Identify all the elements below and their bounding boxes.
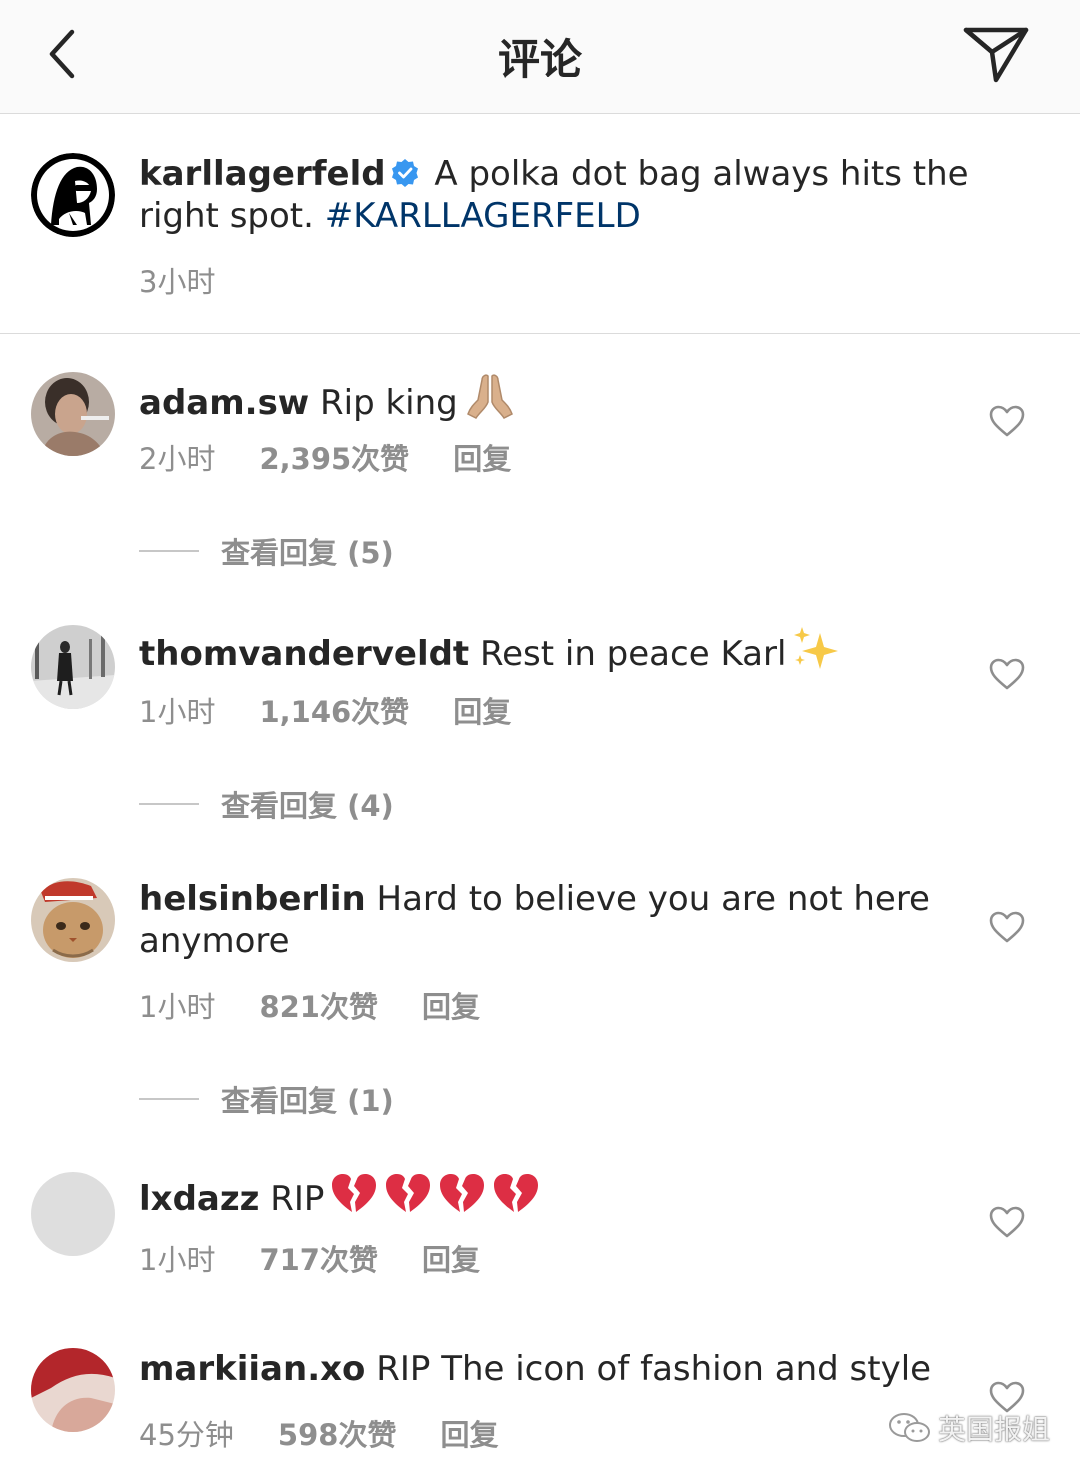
comment-meta: 1小时 1,146次赞 回复 xyxy=(139,689,555,731)
comment-time: 2小时 xyxy=(139,442,216,476)
comment-username[interactable]: lxdazz xyxy=(139,1179,259,1219)
reply-button[interactable]: 回复 xyxy=(422,990,480,1024)
comment-likes[interactable]: 598次赞 xyxy=(278,1418,397,1452)
broken-heart-emoji xyxy=(330,1172,546,1226)
heart-icon[interactable] xyxy=(988,657,1026,691)
view-replies-label: 查看回复 (5) xyxy=(221,536,394,570)
comment-body: RIP xyxy=(270,1179,325,1219)
comment-body: Rest in peace Karl xyxy=(480,634,787,674)
comment-time: 1小时 xyxy=(139,695,216,729)
caption-meta: 3小时 xyxy=(139,259,259,301)
comment-avatar-helsinberlin[interactable] xyxy=(31,878,115,962)
comment-body: Rip king xyxy=(320,383,458,423)
divider-line xyxy=(139,803,199,805)
comment-username[interactable]: thomvanderveldt xyxy=(139,634,469,674)
comment-time: 1小时 xyxy=(139,990,216,1024)
verified-badge-icon xyxy=(391,159,418,187)
watermark-text: 英国报姐 xyxy=(938,1413,1051,1446)
comment-meta: 2小时 2,395次赞 回复 xyxy=(139,436,555,478)
caption-username[interactable]: karllagerfeld xyxy=(139,154,386,194)
comment-text: adam.sw Rip king xyxy=(139,372,959,430)
post-caption: karllagerfeld A polka dot bag always hit… xyxy=(0,115,1080,334)
heart-icon[interactable] xyxy=(988,1205,1026,1239)
comment-meta: 1小时 717次赞 回复 xyxy=(139,1237,524,1279)
comment-text: helsinberlin Hard to believe you are not… xyxy=(139,878,959,962)
view-replies-button[interactable]: 查看回复 (5) xyxy=(139,530,394,572)
heart-icon[interactable] xyxy=(988,404,1026,438)
comment-likes[interactable]: 717次赞 xyxy=(259,1243,378,1277)
view-replies-label: 查看回复 (4) xyxy=(221,789,394,823)
view-replies-button[interactable]: 查看回复 (4) xyxy=(139,783,394,825)
reply-button[interactable]: 回复 xyxy=(453,695,511,729)
comment-username[interactable]: helsinberlin xyxy=(139,879,366,919)
comment-avatar-markiian-xo[interactable] xyxy=(31,1348,115,1432)
comment-body: RIP The icon of fashion and style xyxy=(376,1349,932,1389)
praying-hands-emoji xyxy=(464,372,516,430)
comment-time: 1小时 xyxy=(139,1243,216,1277)
heart-icon[interactable] xyxy=(988,910,1026,944)
divider-line xyxy=(139,1098,199,1100)
comment-username[interactable]: adam.sw xyxy=(139,383,309,423)
comment-text: lxdazz RIP xyxy=(139,1172,959,1226)
reply-button[interactable]: 回复 xyxy=(422,1243,480,1277)
sparkles-emoji xyxy=(792,625,842,681)
comment-avatar-adam-sw[interactable] xyxy=(31,372,115,456)
send-button[interactable] xyxy=(960,22,1032,86)
comment-text: thomvanderveldt Rest in peace Karl xyxy=(139,625,959,681)
comment-time: 45分钟 xyxy=(139,1418,234,1452)
wechat-icon xyxy=(889,1413,930,1442)
page-title: 评论 xyxy=(497,35,582,84)
comment-username[interactable]: markiian.xo xyxy=(139,1349,365,1389)
send-icon xyxy=(963,27,1029,83)
caption-text: karllagerfeld A polka dot bag always hit… xyxy=(139,153,999,237)
comment-likes[interactable]: 821次赞 xyxy=(259,990,378,1024)
comment-avatar-thomvanderveldt[interactable] xyxy=(31,625,115,709)
comment-likes[interactable]: 1,146次赞 xyxy=(259,695,409,729)
reply-button[interactable]: 回复 xyxy=(453,442,511,476)
comment-avatar-lxdazz[interactable] xyxy=(31,1172,115,1256)
caption-hashtag[interactable]: #KARLLAGERFELD xyxy=(325,196,641,236)
comment-text: markiian.xo RIP The icon of fashion and … xyxy=(139,1348,959,1390)
watermark: 英国报姐 xyxy=(888,1408,1050,1448)
reply-button[interactable]: 回复 xyxy=(440,1418,498,1452)
caption-time: 3小时 xyxy=(139,265,216,299)
view-replies-label: 查看回复 (1) xyxy=(221,1084,394,1118)
karllagerfeld-avatar[interactable] xyxy=(31,153,115,237)
view-replies-button[interactable]: 查看回复 (1) xyxy=(139,1078,394,1120)
comment-meta: 1小时 821次赞 回复 xyxy=(139,984,524,1026)
top-bar: 评论 xyxy=(0,0,1080,114)
comment-likes[interactable]: 2,395次赞 xyxy=(259,442,409,476)
divider-line xyxy=(139,550,199,552)
comment-meta: 45分钟 598次赞 回复 xyxy=(139,1412,542,1454)
